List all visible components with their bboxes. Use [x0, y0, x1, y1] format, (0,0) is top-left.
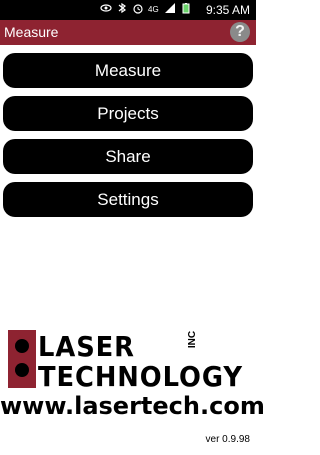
alarm-icon	[132, 2, 144, 14]
bluetooth-icon	[116, 2, 128, 14]
logo-text-inc: INC	[187, 330, 199, 349]
signal-icon	[164, 2, 176, 14]
eye-icon	[100, 2, 112, 14]
measure-button[interactable]: Measure	[3, 53, 253, 88]
settings-button[interactable]: Settings	[3, 182, 253, 217]
logo-text-laser: LASER	[38, 330, 135, 363]
company-logo: LASER INC TECHNOLOGY	[8, 330, 248, 393]
battery-icon	[180, 2, 192, 14]
4g-icon: 4G	[148, 2, 160, 14]
svg-text:4G: 4G	[148, 5, 159, 14]
logo-mark	[8, 330, 36, 388]
version-label: ver 0.9.98	[205, 434, 250, 445]
projects-button[interactable]: Projects	[3, 96, 253, 131]
website-url: www.lasertech.com	[0, 392, 265, 420]
status-bar: 4G 9:35 AM	[0, 0, 256, 20]
question-icon[interactable]: ?	[230, 22, 250, 42]
logo-text-technology: TECHNOLOGY	[38, 360, 243, 393]
share-button[interactable]: Share	[3, 139, 253, 174]
main-menu: Measure Projects Share Settings	[3, 53, 253, 225]
app-bar: Measure ?	[0, 20, 256, 45]
status-icons: 4G	[100, 2, 192, 14]
status-time: 9:35 AM	[205, 3, 250, 17]
app-title: Measure	[4, 24, 59, 40]
